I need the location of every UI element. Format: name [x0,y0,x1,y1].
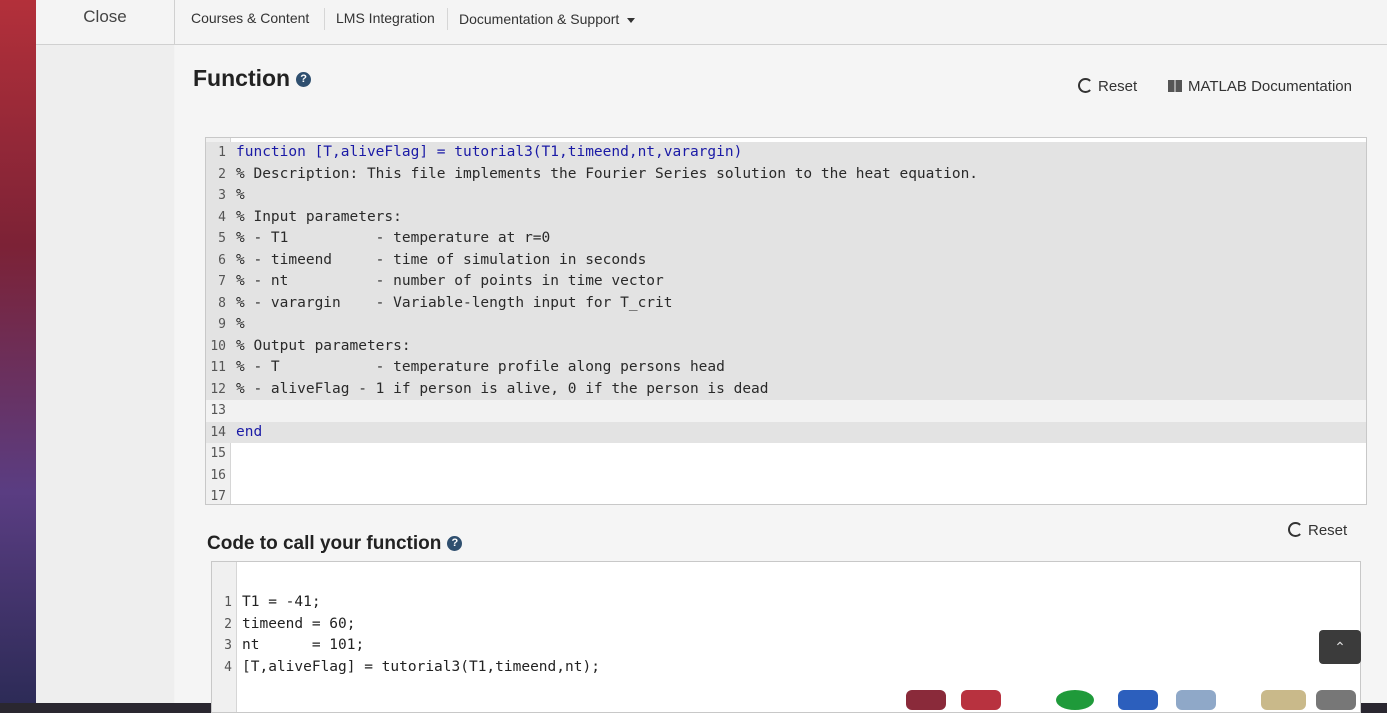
line-number: 5 [218,231,226,246]
dock-app-icon[interactable] [906,690,946,710]
line-number: 7 [218,274,226,289]
line-number: 4 [218,209,226,225]
line-number: 17 [210,489,226,504]
code-line: 11 % - T - temperature profile along pers… [206,357,1366,379]
line-text: T1 = -41; [242,594,321,610]
code-line: 4 % Input parameters: [206,206,1366,228]
line-text: % - aliveFlag - 1 if person is alive, 0 … [236,380,769,397]
matlab-documentation-link[interactable]: MATLAB Documentation [1168,77,1352,97]
code-line: 17 [206,486,1366,504]
nav-divider [447,8,448,30]
dock-app-icon[interactable] [1056,690,1094,710]
function-reset-button[interactable]: Reset [1078,77,1137,97]
code-line: 8 % - varargin - Variable-length input fo… [206,292,1366,314]
line-number: 13 [210,403,226,418]
code-line: 9% [206,314,1366,336]
line-text: % - T1 - temperature at r=0 [236,230,551,246]
function-reset-label: Reset [1098,78,1138,95]
line-number: 4 [224,659,232,675]
line-number: 11 [210,360,226,375]
nav-divider [324,8,325,30]
line-number: 16 [210,467,226,483]
call-reset-label: Reset [1308,522,1348,539]
os-dock [906,686,1386,710]
left-panel [36,45,174,703]
call-title-text: Code to call your function [207,533,442,554]
line-text: % [236,187,245,203]
line-number: 1 [218,145,226,160]
nav-documentation-support[interactable]: Documentation & Support [459,10,645,28]
line-text: timeend = 60; [242,615,356,632]
line-number: 8 [218,295,226,311]
code-line: 15 [206,443,1366,465]
line-text: function [T,aliveFlag] = tutorial3(T1,ti… [236,144,743,160]
function-title-text: Function [193,65,291,91]
code-line: 13 [206,400,1366,422]
line-number: 6 [218,252,226,268]
dock-app-icon[interactable] [961,690,1001,710]
chevron-down-icon [627,17,636,23]
code-line: 16 [206,465,1366,487]
code-line: 14 end [206,421,1366,443]
line-text: % - nt - number of points in time vector [236,273,664,289]
line-text: [T,aliveFlag] = tutorial3(T1,timeend,nt)… [242,658,600,675]
desktop-wallpaper-edge [0,0,36,703]
line-number: 14 [210,424,226,440]
code-line: 4 [T,aliveFlag] = tutorial3(T1,timeend,nt… [212,657,1360,679]
call-reset-button[interactable]: Reset [1288,521,1347,541]
function-section-title: Function? [193,65,312,92]
line-number: 9 [218,317,226,332]
browser-viewport: Close Courses & Content LMS Integration … [36,0,1387,713]
main-content: Function? Reset MATLAB Documentation 1 fu… [175,45,1387,713]
line-number: 3 [224,638,232,653]
top-navigation-bar: Close Courses & Content LMS Integration … [36,0,1387,45]
nav-documentation-support-label: Documentation & Support [459,11,620,27]
call-section-title: Code to call your function? [207,533,463,555]
dock-app-icon[interactable] [1316,690,1356,710]
scroll-to-top-button[interactable]: ⌃ [1319,630,1361,664]
code-line: 7 % - nt - number of points in time vecto… [206,271,1366,293]
line-text: nt = 101; [242,637,365,653]
line-text: % - varargin - Variable-length input for… [236,294,673,311]
dock-app-icon[interactable] [1118,690,1158,710]
question-circle-icon[interactable]: ? [296,72,312,88]
code-line: 6 % - timeend - time of simulation in sec… [206,249,1366,271]
line-text: % - T - temperature profile along person… [236,359,725,375]
code-line: 5 % - T1 - temperature at r=0 [206,228,1366,250]
line-number: 2 [224,616,232,632]
line-text: % [236,316,245,332]
question-circle-icon[interactable]: ? [447,536,463,552]
code-line: 12 % - aliveFlag - 1 if person is alive, … [206,378,1366,400]
code-line: 3 nt = 101; [212,635,1360,657]
nav-courses-content[interactable]: Courses & Content [191,9,319,27]
line-number: 10 [210,338,226,354]
code-line: 2 timeend = 60; [212,614,1360,636]
chevron-up-icon: ⌃ [1334,639,1346,655]
line-number: 3 [218,188,226,203]
line-number: 1 [224,595,232,610]
close-button[interactable]: Close [36,0,175,44]
function-code-editor[interactable]: 1 function [T,aliveFlag] = tutorial3(T1,t… [205,137,1367,505]
matlab-documentation-label: MATLAB Documentation [1188,78,1352,95]
code-line: 1 function [T,aliveFlag] = tutorial3(T1,t… [206,142,1366,164]
book-icon [1168,80,1182,92]
line-text: % Input parameters: [236,208,402,225]
line-text: % - timeend - time of simulation in seco… [236,251,647,268]
line-text: % Output parameters: [236,337,411,354]
line-text: % Description: This file implements the … [236,165,979,182]
nav-lms-integration[interactable]: LMS Integration [336,9,445,27]
refresh-icon [1078,78,1093,93]
refresh-icon [1288,522,1303,537]
line-number: 15 [210,446,226,461]
code-line: 1 T1 = -41; [212,592,1360,614]
dock-app-icon[interactable] [1261,690,1306,710]
code-line: 3% [206,185,1366,207]
code-line: 2 % Description: This file implements the… [206,163,1366,185]
line-text: end [236,423,263,440]
line-number: 12 [210,381,226,397]
code-line: 10 % Output parameters: [206,335,1366,357]
line-number: 2 [218,166,226,182]
dock-app-icon[interactable] [1176,690,1216,710]
